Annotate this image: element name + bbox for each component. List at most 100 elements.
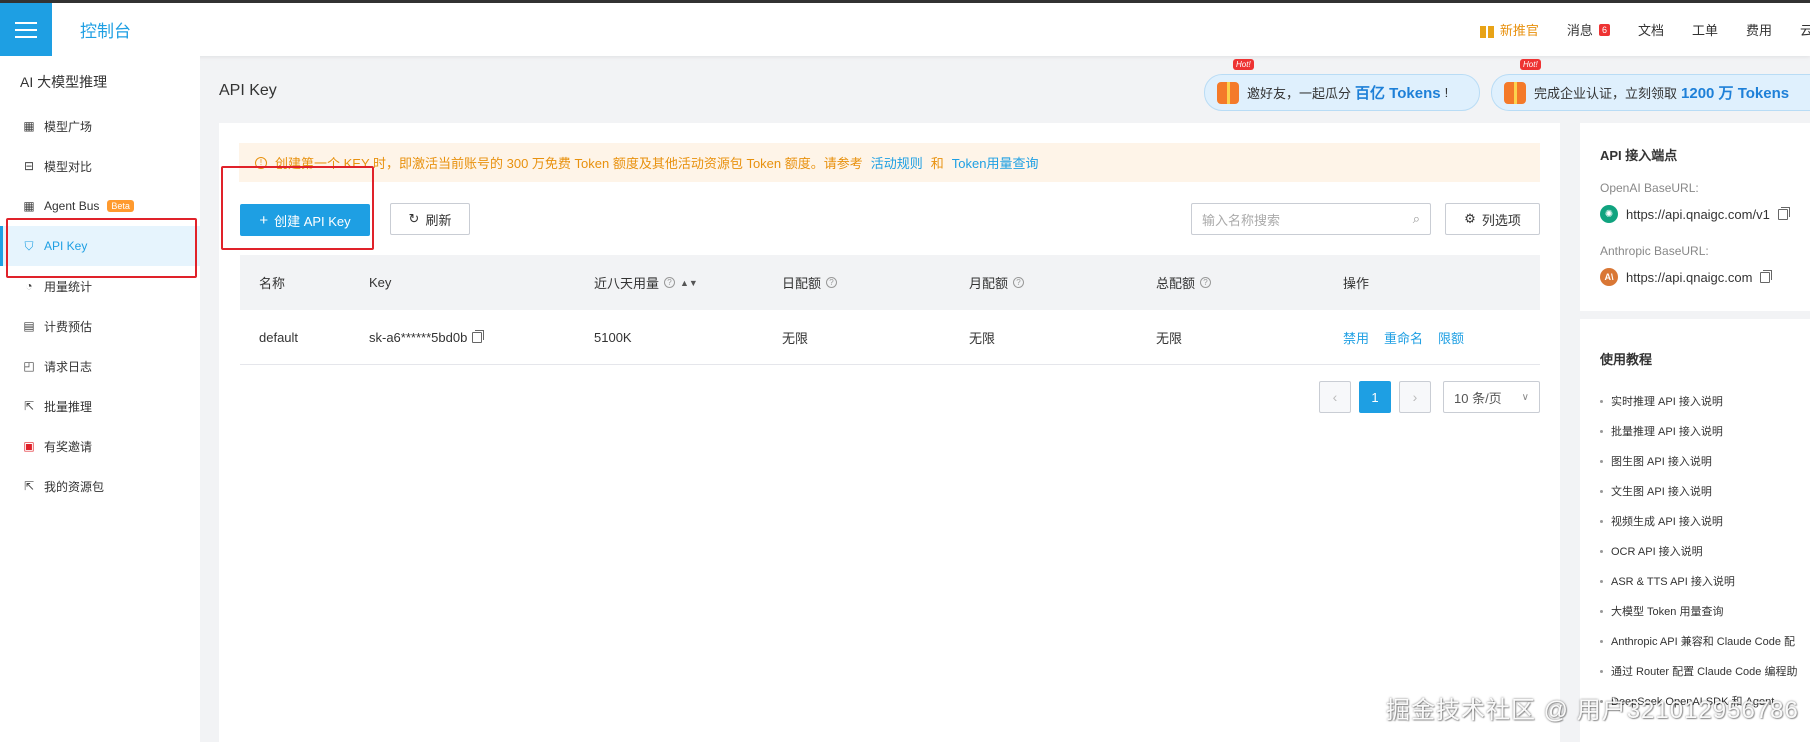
cell-usage: 5100K: [594, 329, 632, 345]
tutorial-label: 批量推理 API 接入说明: [1611, 426, 1723, 438]
top-nav-tickets[interactable]: 工单: [1692, 20, 1718, 39]
sidebar-item-label: 有奖邀请: [44, 439, 93, 454]
button-label: 刷新: [425, 212, 452, 228]
search-input[interactable]: 输入名称搜索 ⌕: [1191, 203, 1431, 235]
sort-icon[interactable]: ▲▼: [680, 278, 698, 288]
log-icon: ◰: [23, 359, 35, 373]
table-row: default sk-a6******5bd0b 5100K 无限 无限 无限 …: [240, 310, 1540, 365]
tutorial-link[interactable]: OCR API 接入说明: [1600, 543, 1703, 559]
header-label: 近八天用量: [594, 276, 660, 291]
column-header-key: Key: [350, 275, 575, 290]
banner-suffix: !: [1444, 85, 1449, 100]
hot-badge: Hot!: [1520, 59, 1541, 70]
tutorial-link[interactable]: 实时推理 API 接入说明: [1600, 393, 1723, 409]
help-icon[interactable]: ?: [664, 277, 676, 288]
top-nav-billing[interactable]: 费用: [1746, 20, 1772, 39]
grid-icon: ▦: [23, 119, 35, 133]
top-nav-promoter[interactable]: 新推官: [1479, 20, 1539, 39]
rename-link[interactable]: 重命名: [1384, 328, 1423, 347]
help-icon[interactable]: ?: [826, 277, 838, 288]
top-nav-label: 工单: [1691, 23, 1718, 38]
page-size-value: 10 条/页: [1454, 390, 1502, 406]
tutorial-label: Anthropic API 兼容和 Claude Code 配: [1611, 636, 1796, 648]
tutorial-link[interactable]: 图生图 API 接入说明: [1600, 453, 1712, 469]
gift-icon: [1217, 82, 1239, 104]
top-nav-label: 消息: [1566, 23, 1593, 38]
cell-daily: 无限: [782, 330, 809, 346]
column-header-daily: 日配额 ?: [763, 273, 950, 292]
sidebar-item-resource-packs[interactable]: ⇱ 我的资源包: [0, 466, 200, 506]
promo-banner-invite[interactable]: Hot! 邀好友，一起瓜分 百亿 Tokens !: [1204, 59, 1480, 111]
prev-page-button[interactable]: ‹: [1319, 381, 1351, 413]
tutorial-link[interactable]: 视频生成 API 接入说明: [1600, 513, 1723, 529]
activity-rules-link[interactable]: 活动规则: [871, 153, 923, 172]
tutorial-label: 通过 Router 配置 Claude Code 编程助: [1611, 666, 1798, 678]
sidebar-item-billing-estimate[interactable]: ▤ 计费预估: [0, 306, 200, 346]
quota-link[interactable]: 限额: [1438, 328, 1464, 347]
top-nav-docs[interactable]: 文档: [1638, 20, 1664, 39]
top-nav-cloud[interactable]: 云: [1800, 20, 1810, 39]
column-header-usage[interactable]: 近八天用量 ? ▲▼: [575, 273, 763, 292]
bullet-icon: [1600, 459, 1603, 463]
banner-text: 邀好友，一起瓜分: [1247, 86, 1352, 101]
page-title: API Key: [219, 82, 277, 99]
banner-highlight: 1200 万 Tokens: [1681, 85, 1790, 102]
column-header-monthly: 月配额 ?: [950, 273, 1137, 292]
cell-total: 无限: [1156, 330, 1183, 346]
calculator-icon: ▤: [23, 319, 35, 333]
sidebar-item-label: 请求日志: [44, 359, 93, 374]
cell-monthly: 无限: [969, 330, 996, 346]
tutorials-card: 使用教程 实时推理 API 接入说明 批量推理 API 接入说明 图生图 API…: [1580, 319, 1810, 742]
sidebar-item-request-log[interactable]: ◰ 请求日志: [0, 346, 200, 386]
tutorial-link[interactable]: 文生图 API 接入说明: [1600, 483, 1712, 499]
sidebar-item-model-compare[interactable]: ⊟ 模型对比: [0, 146, 200, 186]
page-size-select[interactable]: 10 条/页 ∨: [1443, 381, 1540, 413]
banner-highlight: 百亿 Tokens: [1355, 85, 1441, 102]
sidebar: AI 大模型推理 ▦ 模型广场 ⊟ 模型对比 ▦ Agent Bus Beta …: [0, 56, 200, 742]
column-header-name: 名称: [240, 273, 350, 292]
bullet-icon: [1600, 579, 1603, 583]
bullet-icon: [1600, 609, 1603, 613]
header-label: Key: [369, 275, 392, 290]
tutorial-link[interactable]: Anthropic API 兼容和 Claude Code 配: [1600, 633, 1795, 649]
help-icon[interactable]: ?: [1013, 277, 1025, 288]
console-title[interactable]: 控制台: [80, 17, 131, 42]
promo-banner-enterprise[interactable]: Hot! 完成企业认证，立刻领取 1200 万 Tokens: [1491, 59, 1810, 111]
bullet-icon: [1600, 399, 1603, 403]
copy-icon[interactable]: [472, 329, 485, 343]
top-nav-label: 费用: [1745, 23, 1772, 38]
column-header-total: 总配额 ?: [1137, 273, 1324, 292]
tutorials-title: 使用教程: [1600, 352, 1653, 367]
bullet-icon: [1600, 519, 1603, 523]
chevron-down-icon: ∨: [1521, 391, 1529, 403]
sidebar-item-model-plaza[interactable]: ▦ 模型广场: [0, 106, 200, 146]
tutorial-link[interactable]: ASR & TTS API 接入说明: [1600, 573, 1735, 589]
highlight-box-create: [221, 166, 374, 250]
tutorial-label: 大模型 Token 用量查询: [1611, 606, 1724, 618]
anthropic-url-row: A\ https://api.qnaigc.com: [1600, 268, 1773, 286]
column-header-actions: 操作: [1324, 273, 1524, 292]
sidebar-item-referral[interactable]: ▣ 有奖邀请: [0, 426, 200, 466]
openai-logo-icon: ✺: [1600, 205, 1618, 223]
tutorial-link[interactable]: 批量推理 API 接入说明: [1600, 423, 1723, 439]
hamburger-menu-icon[interactable]: [0, 3, 52, 56]
top-nav-messages[interactable]: 消息 6: [1567, 20, 1610, 39]
button-label: 列选项: [1481, 212, 1521, 228]
token-usage-link[interactable]: Token用量查询: [952, 153, 1039, 172]
batch-icon: ⇱: [23, 399, 35, 413]
bullet-icon: [1600, 489, 1603, 493]
sidebar-item-batch-inference[interactable]: ⇱ 批量推理: [0, 386, 200, 426]
header-label: 总配额: [1156, 276, 1196, 291]
copy-icon[interactable]: [1760, 269, 1773, 283]
next-page-button[interactable]: ›: [1399, 381, 1431, 413]
tutorial-link[interactable]: 通过 Router 配置 Claude Code 编程助: [1600, 663, 1797, 679]
refresh-button[interactable]: ↻ 刷新: [390, 203, 470, 235]
key-value: sk-a6******5bd0b: [369, 329, 468, 345]
current-page[interactable]: 1: [1359, 381, 1391, 413]
tutorial-link[interactable]: 大模型 Token 用量查询: [1600, 603, 1723, 619]
column-options-button[interactable]: ⚙ 列选项: [1445, 203, 1540, 235]
disable-link[interactable]: 禁用: [1343, 328, 1369, 347]
top-nav-label: 文档: [1637, 23, 1664, 38]
copy-icon[interactable]: [1777, 206, 1790, 220]
help-icon[interactable]: ?: [1200, 277, 1212, 288]
